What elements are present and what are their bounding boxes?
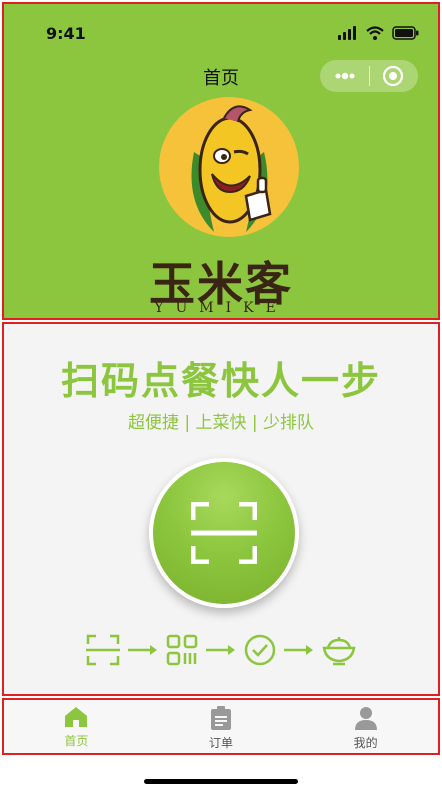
tab-profile[interactable]: 我的: [293, 700, 438, 753]
home-icon: [65, 707, 88, 727]
user-icon: [354, 707, 377, 730]
tab-orders[interactable]: 订单: [149, 700, 294, 753]
capsule-divider: [368, 66, 370, 86]
tab-bar: 首页 订单 我的: [2, 698, 440, 755]
brand-name-en: YUMIKE: [154, 300, 288, 316]
tab-label-orders: 订单: [209, 736, 234, 750]
qrcode-icon: [166, 634, 198, 666]
wifi-icon: [366, 26, 384, 40]
check-circle-icon: [244, 634, 276, 666]
tab-label-profile: 我的: [353, 736, 378, 750]
rice-bowl-icon: [322, 637, 356, 666]
header-section: 9:41 首页 玉米客 YUMIKE: [2, 2, 440, 320]
corn-mascot-logo: [159, 97, 299, 237]
order-flow: [4, 634, 438, 666]
scan-icon: [191, 502, 257, 564]
signal-icon: [338, 26, 356, 40]
arrow-right-icon: [128, 645, 157, 655]
arrow-right-icon: [206, 645, 235, 655]
headline: 扫码点餐快人一步: [60, 359, 381, 403]
main-section: 扫码点餐快人一步 超便捷 | 上菜快 | 少排队: [2, 322, 440, 696]
close-miniprogram-icon[interactable]: [382, 65, 404, 87]
miniprogram-capsule: [320, 60, 418, 92]
clipboard-icon: [211, 706, 231, 730]
status-icons: [338, 26, 420, 40]
subline: 超便捷 | 上菜快 | 少排队: [127, 413, 315, 433]
home-indicator: [144, 779, 298, 784]
tab-home[interactable]: 首页: [4, 700, 149, 753]
more-icon[interactable]: [334, 72, 356, 80]
status-time: 9:41: [46, 24, 86, 43]
arrow-right-icon: [284, 645, 313, 655]
scan-icon: [86, 634, 120, 666]
scan-button[interactable]: [149, 458, 299, 608]
battery-icon: [392, 26, 419, 40]
tab-label-home: 首页: [64, 734, 89, 748]
